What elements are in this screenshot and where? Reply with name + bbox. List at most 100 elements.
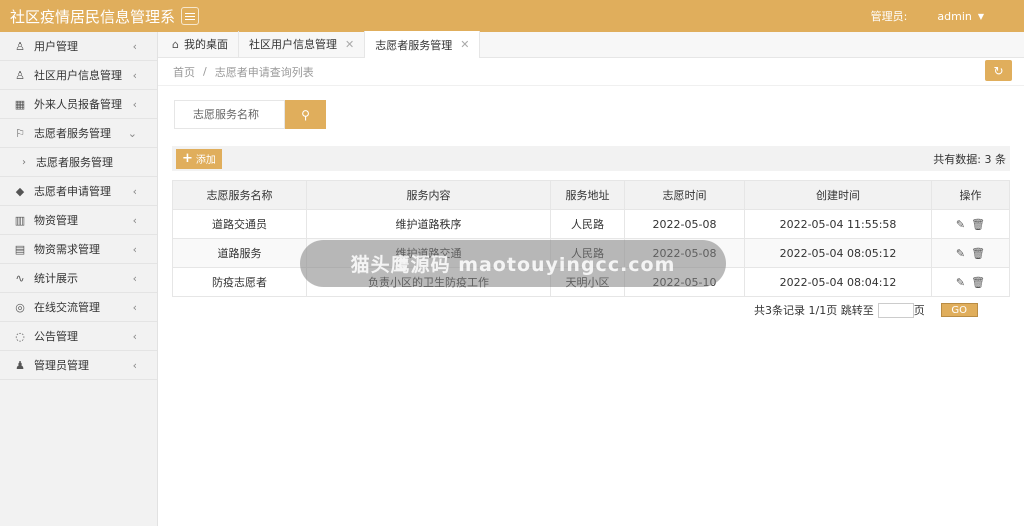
- sidebar: ♙ 用户管理 ‹ ♙ 社区用户信息管理 ‹ ▦ 外来人员报备管理 ‹ ⚐ 志愿者服务管理 ⌄ ›…: [0, 32, 158, 526]
- column-header: 服务地址: [550, 180, 625, 210]
- sidebar-item-supply-demand[interactable]: ▤ 物资需求管理 ‹: [0, 235, 157, 264]
- edit-icon[interactable]: ✎: [956, 276, 965, 289]
- total-count: 共有数据: 3 条: [933, 152, 1006, 166]
- table-cell: 2022-05-10: [624, 267, 745, 297]
- sidebar-item-admin[interactable]: ♟ 管理员管理 ‹: [0, 351, 157, 380]
- delete-icon[interactable]: 🗑: [971, 247, 985, 260]
- pagination: 共3条记录 1/1页 跳转至 页 GO: [754, 302, 978, 318]
- sidebar-item-label: 志愿者服务管理: [34, 127, 111, 140]
- user-icon: ♙: [15, 39, 25, 53]
- table-cell: 维护道路秩序: [306, 209, 551, 239]
- loop-icon: ◌: [15, 329, 25, 343]
- chevron-left-icon: ‹: [132, 97, 137, 111]
- column-header: 志愿服务名称: [172, 180, 307, 210]
- sidebar-item-label: 公告管理: [34, 330, 78, 343]
- close-icon[interactable]: ✕: [460, 38, 469, 51]
- username: admin: [937, 9, 972, 23]
- edit-icon[interactable]: ✎: [956, 218, 965, 231]
- search-button[interactable]: ⚲: [285, 100, 326, 129]
- tab-bar: ⌂ 我的桌面 社区用户信息管理 ✕ 志愿者服务管理 ✕: [158, 31, 1024, 58]
- column-header: 创建时间: [744, 180, 932, 210]
- sidebar-item-statistics[interactable]: ∿ 统计展示 ‹: [0, 264, 157, 293]
- sidebar-item-chat[interactable]: ◎ 在线交流管理 ‹: [0, 293, 157, 322]
- sidebar-item-label: 物资管理: [34, 214, 78, 227]
- chevron-left-icon: ‹: [132, 242, 137, 256]
- table-cell: 防疫志愿者: [172, 267, 307, 297]
- admin-label: 管理员:: [870, 10, 908, 23]
- delete-icon[interactable]: 🗑: [971, 276, 985, 289]
- breadcrumb-current: 志愿者申请查询列表: [214, 65, 314, 79]
- calendar-icon: ▤: [14, 242, 26, 256]
- add-button[interactable]: + 添加: [176, 148, 222, 169]
- top-header: 社区疫情居民信息管理系 管理员: admin ▼: [0, 0, 1024, 32]
- user-outline-icon: ♙: [15, 68, 25, 82]
- add-button-label: 添加: [195, 155, 216, 166]
- chevron-left-icon: ‹: [132, 300, 137, 314]
- table-cell: 维护道路交通: [306, 238, 551, 268]
- table-row: 防疫志愿者 负责小区的卫生防疫工作 天明小区 2022-05-10 2022-0…: [172, 267, 1010, 297]
- menu-toggle-icon[interactable]: [181, 7, 200, 25]
- sidebar-item-user[interactable]: ♙ 用户管理 ‹: [0, 32, 157, 61]
- sidebar-item-community-user[interactable]: ♙ 社区用户信息管理 ‹: [0, 61, 157, 90]
- search-icon: ⚲: [301, 107, 310, 122]
- table-actions: ✎ 🗑: [931, 238, 1010, 268]
- sidebar-item-label: 社区用户信息管理: [34, 69, 122, 82]
- page-suffix: 页: [913, 304, 925, 317]
- page-jump-input[interactable]: [877, 302, 914, 318]
- table-cell: 人民路: [550, 209, 625, 239]
- table-cell: 2022-05-08: [624, 209, 745, 239]
- sidebar-item-label: 在线交流管理: [34, 301, 100, 314]
- chevron-left-icon: ‹: [132, 271, 137, 285]
- tab-community-user[interactable]: 社区用户信息管理 ✕: [239, 31, 366, 57]
- chevron-left-icon: ‹: [132, 358, 137, 372]
- chevron-down-icon: ⌄: [127, 126, 137, 140]
- table-cell: 人民路: [550, 238, 625, 268]
- table-cell: 2022-05-04 08:05:12: [744, 238, 932, 268]
- layers-icon: ◆: [15, 184, 25, 198]
- column-header: 志愿时间: [624, 180, 745, 210]
- table-cell: 2022-05-04 08:04:12: [744, 267, 932, 297]
- chevron-left-icon: ‹: [132, 213, 137, 227]
- table-header-row: 志愿服务名称 服务内容 服务地址 志愿时间 创建时间 操作: [172, 180, 1010, 210]
- delete-icon[interactable]: 🗑: [971, 218, 985, 231]
- sidebar-item-label: 物资需求管理: [34, 243, 100, 256]
- palette-icon: ◎: [15, 300, 25, 314]
- sidebar-item-notice[interactable]: ◌ 公告管理 ‹: [0, 322, 157, 351]
- table-cell: 2022-05-04 11:55:58: [744, 209, 932, 239]
- column-header: 操作: [931, 180, 1010, 210]
- data-table: 志愿服务名称 服务内容 服务地址 志愿时间 创建时间 操作 道路交通员 维护道路…: [172, 180, 1010, 297]
- search-bar: ⚲: [174, 100, 326, 129]
- search-input[interactable]: [174, 100, 285, 129]
- flag-icon: ⚐: [15, 126, 25, 140]
- tab-label: 志愿者服务管理: [375, 38, 453, 52]
- book-icon: ▥: [14, 213, 26, 227]
- tab-label: 社区用户信息管理: [248, 38, 337, 51]
- sidebar-item-label: 用户管理: [34, 40, 78, 53]
- app-title: 社区疫情居民信息管理系: [10, 7, 176, 26]
- tab-volunteer-service[interactable]: 志愿者服务管理 ✕: [365, 31, 481, 58]
- breadcrumb-home[interactable]: 首页: [173, 64, 195, 80]
- close-icon[interactable]: ✕: [345, 38, 354, 51]
- home-icon: ⌂: [172, 37, 179, 51]
- sidebar-item-volunteer-service[interactable]: ⚐ 志愿者服务管理 ⌄: [0, 119, 157, 148]
- pagination-summary: 共3条记录 1/1页 跳转至: [754, 304, 874, 317]
- sidebar-item-label: 外来人员报备管理: [34, 98, 122, 111]
- edit-icon[interactable]: ✎: [956, 247, 965, 260]
- refresh-button[interactable]: ↻: [985, 60, 1012, 81]
- sidebar-item-supplies[interactable]: ▥ 物资管理 ‹: [0, 206, 157, 235]
- chevron-left-icon: ‹: [132, 68, 137, 82]
- tab-desktop[interactable]: ⌂ 我的桌面: [162, 31, 239, 57]
- pulse-icon: ∿: [15, 271, 25, 285]
- sidebar-item-volunteer-apply[interactable]: ◆ 志愿者申请管理 ‹: [0, 177, 157, 206]
- table-row: 道路服务 维护道路交通 人民路 2022-05-08 2022-05-04 08…: [172, 238, 1010, 268]
- sidebar-item-label: 管理员管理: [34, 359, 89, 372]
- go-button[interactable]: GO: [940, 303, 978, 317]
- caret-down-icon: ▼: [977, 11, 984, 21]
- sidebar-subitem-volunteer-service[interactable]: › 志愿者服务管理: [0, 148, 157, 177]
- chevron-left-icon: ‹: [132, 184, 137, 198]
- sidebar-item-visitor[interactable]: ▦ 外来人员报备管理 ‹: [0, 90, 157, 119]
- table-row: 道路交通员 维护道路秩序 人民路 2022-05-08 2022-05-04 1…: [172, 209, 1010, 239]
- sidebar-item-label: 志愿者申请管理: [34, 185, 111, 198]
- table-cell: 道路服务: [172, 238, 307, 268]
- user-dropdown[interactable]: admin ▼: [937, 10, 984, 23]
